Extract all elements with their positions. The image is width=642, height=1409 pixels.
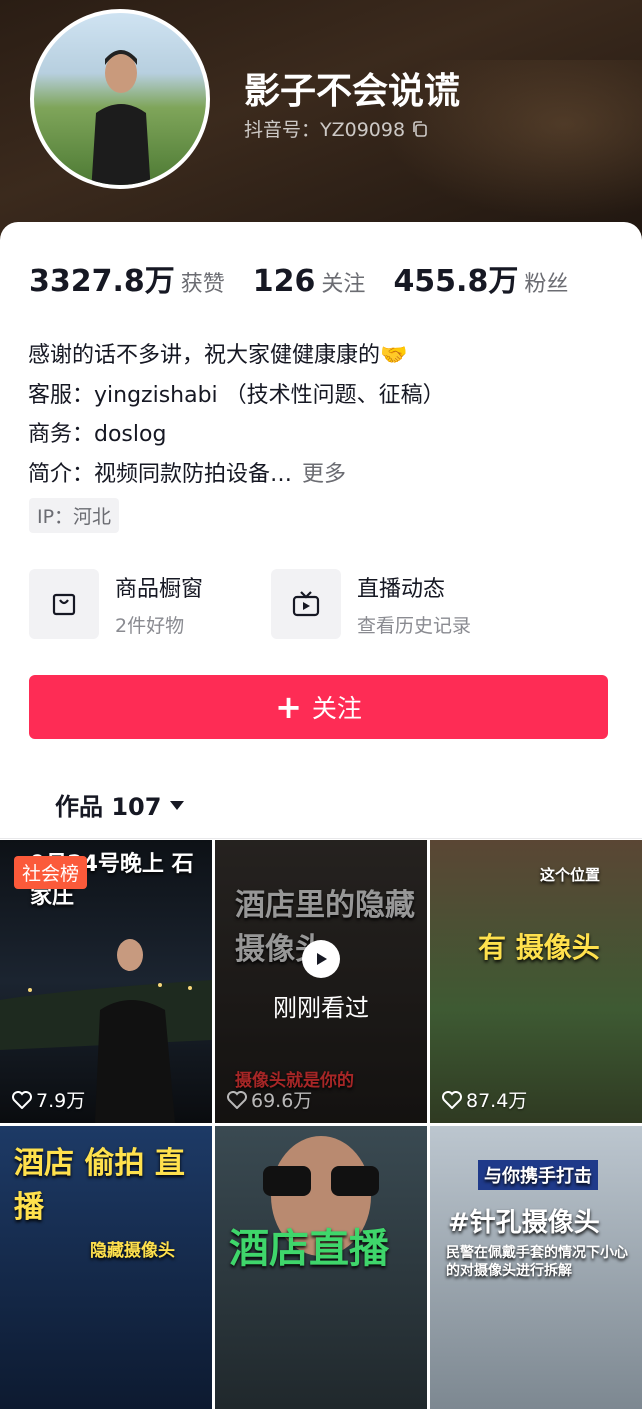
ip-location-badge: IP：河北 bbox=[29, 498, 120, 533]
video-subcaption: 民警在佩戴手套的情况下小心的对摄像头进行拆解 bbox=[446, 1245, 628, 1279]
copy-icon[interactable] bbox=[411, 120, 429, 138]
plus-icon: + bbox=[275, 688, 302, 726]
avatar[interactable] bbox=[30, 9, 210, 189]
live-history-entry[interactable]: 直播动态 查看历史记录 bbox=[271, 569, 471, 639]
follow-button-label: 关注 bbox=[311, 694, 362, 723]
bio: 感谢的话不多讲，祝大家健健康康的🤝 客服：yingzishabi （技术性问题、… bbox=[28, 336, 445, 494]
following-label: 关注 bbox=[321, 272, 366, 297]
douyin-id[interactable]: 抖音号：YZ09098 bbox=[244, 115, 429, 142]
video-thumbnail[interactable]: 酒店直播 bbox=[215, 1126, 427, 1409]
video-caption: 酒店 偷拍 直播 bbox=[14, 1146, 185, 1225]
followers-count[interactable]: 455.8万 bbox=[393, 256, 518, 300]
video-caption: 酒店直播 bbox=[229, 1226, 389, 1272]
video-likes-count: 87.4万 bbox=[466, 1090, 528, 1112]
video-thumbnail[interactable]: 与你携手打击 #针孔摄像头 民警在佩戴手套的情况下小心的对摄像头进行拆解 bbox=[430, 1126, 642, 1409]
video-tag: 与你携手打击 bbox=[478, 1160, 598, 1190]
video-likes-count: 7.9万 bbox=[36, 1090, 86, 1112]
tab-works-label: 作品 107 bbox=[55, 793, 162, 821]
bio-line-greeting: 感谢的话不多讲，祝大家健健康康的🤝 bbox=[28, 343, 408, 368]
video-subcaption: 隐藏摄像头 bbox=[90, 1241, 175, 1261]
tv-icon bbox=[271, 569, 341, 639]
caret-down-icon bbox=[170, 800, 185, 810]
shop-window-title: 商品橱窗 bbox=[115, 576, 204, 602]
profile-stats: 3327.8万 获赞 126 关注 455.8万 粉丝 bbox=[29, 256, 596, 300]
likes-label: 获赞 bbox=[180, 272, 225, 297]
video-caption: #针孔摄像头 bbox=[448, 1208, 600, 1238]
heart-icon bbox=[442, 1090, 462, 1109]
avatar-person-image bbox=[91, 50, 151, 185]
tab-works[interactable]: 作品 107 bbox=[55, 787, 185, 822]
video-likes-count: 69.6万 bbox=[251, 1090, 313, 1112]
bio-line-business: 商务：doslog bbox=[28, 422, 167, 447]
douyin-id-text: 抖音号：YZ09098 bbox=[244, 119, 406, 141]
video-likes: 87.4万 bbox=[442, 1086, 527, 1113]
follow-button[interactable]: + 关注 bbox=[29, 675, 608, 739]
live-history-subtitle: 查看历史记录 bbox=[357, 614, 472, 637]
bio-line-intro: 简介：视频同款防拍设备… 更多 bbox=[28, 455, 445, 495]
recently-watched-overlay: 刚刚看过 bbox=[215, 840, 427, 1123]
video-tag: 这个位置 bbox=[540, 866, 601, 884]
following-count[interactable]: 126 bbox=[253, 264, 316, 299]
likes-count[interactable]: 3327.8万 bbox=[29, 256, 175, 300]
video-likes: 69.6万 bbox=[227, 1086, 312, 1113]
shopping-bag-icon bbox=[29, 569, 99, 639]
bio-line-service: 客服：yingzishabi （技术性问题、征稿） bbox=[28, 382, 445, 408]
video-likes: 7.9万 bbox=[12, 1086, 85, 1113]
bio-more-link[interactable]: 更多 bbox=[302, 462, 346, 487]
play-icon bbox=[302, 940, 340, 978]
shop-window-entry[interactable]: 商品橱窗 2件好物 bbox=[29, 569, 203, 639]
heart-icon bbox=[227, 1090, 247, 1109]
recently-watched-label: 刚刚看过 bbox=[273, 994, 369, 1022]
video-thumbnail[interactable]: 9月24号晚上 石家庄 社会榜 7.9万 bbox=[0, 840, 212, 1123]
trending-badge: 社会榜 bbox=[14, 856, 88, 889]
video-thumbnail[interactable]: 这个位置 有 摄像头 87.4万 bbox=[430, 840, 642, 1123]
bio-intro-text: 简介：视频同款防拍设备… bbox=[28, 461, 293, 487]
shop-window-subtitle: 2件好物 bbox=[115, 614, 185, 637]
tab-divider bbox=[0, 838, 642, 839]
username: 影子不会说谎 bbox=[244, 71, 461, 112]
live-history-title: 直播动态 bbox=[357, 576, 446, 602]
video-thumbnail[interactable]: 酒店 偷拍 直播 隐藏摄像头 bbox=[0, 1126, 212, 1409]
followers-label: 粉丝 bbox=[524, 272, 569, 297]
video-thumbnail[interactable]: 酒店里的隐藏摄像头 摄像头就是你的 刚刚看过 69.6万 bbox=[215, 840, 427, 1123]
video-caption: 有 摄像头 bbox=[478, 931, 600, 964]
heart-icon bbox=[12, 1090, 32, 1109]
